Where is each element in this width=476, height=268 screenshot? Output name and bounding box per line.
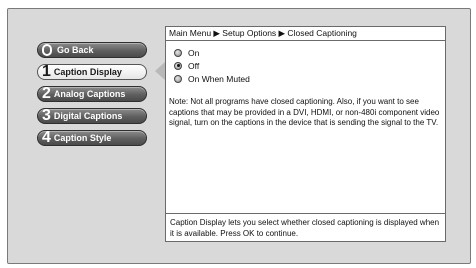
go-back-button[interactable]: Go Back [37, 42, 147, 58]
option-on-when-muted-label: On When Muted [188, 73, 250, 84]
caption-display-button[interactable]: 1 Caption Display [37, 64, 147, 80]
option-on-when-muted[interactable]: On When Muted [174, 72, 250, 85]
menu-number-2: 2 [42, 85, 51, 102]
digital-captions-button[interactable]: 3 Digital Captions [37, 108, 147, 124]
analog-captions-label: Analog Captions [53, 89, 126, 99]
option-on-label: On [188, 47, 200, 58]
option-off[interactable]: Off [174, 59, 250, 72]
caption-style-button[interactable]: 4 Caption Style [37, 130, 147, 146]
go-back-label: Go Back [57, 45, 94, 55]
menu-number-3: 3 [42, 107, 51, 124]
option-off-label: Off [188, 60, 200, 71]
digital-captions-label: Digital Captions [53, 111, 123, 121]
selection-pointer-icon [155, 62, 165, 80]
closed-captioning-panel: Main Menu ▶ Setup Options ▶ Closed Capti… [165, 26, 446, 242]
radio-icon [174, 74, 182, 83]
caption-display-options: On Off On When Muted [174, 46, 250, 85]
caption-style-label: Caption Style [53, 133, 112, 143]
radio-checked-icon [174, 61, 182, 70]
help-text: Caption Display lets you select whether … [166, 213, 445, 241]
analog-captions-button[interactable]: 2 Analog Captions [37, 86, 147, 102]
menu-number-4: 4 [42, 129, 51, 146]
menu-number-0 [42, 44, 52, 56]
option-on[interactable]: On [174, 46, 250, 59]
breadcrumb: Main Menu ▶ Setup Options ▶ Closed Capti… [166, 27, 445, 41]
captioning-note: Note: Not all programs have closed capti… [169, 97, 440, 127]
caption-display-label: Caption Display [53, 67, 122, 77]
radio-icon [174, 48, 182, 57]
menu-number-1: 1 [42, 63, 51, 80]
